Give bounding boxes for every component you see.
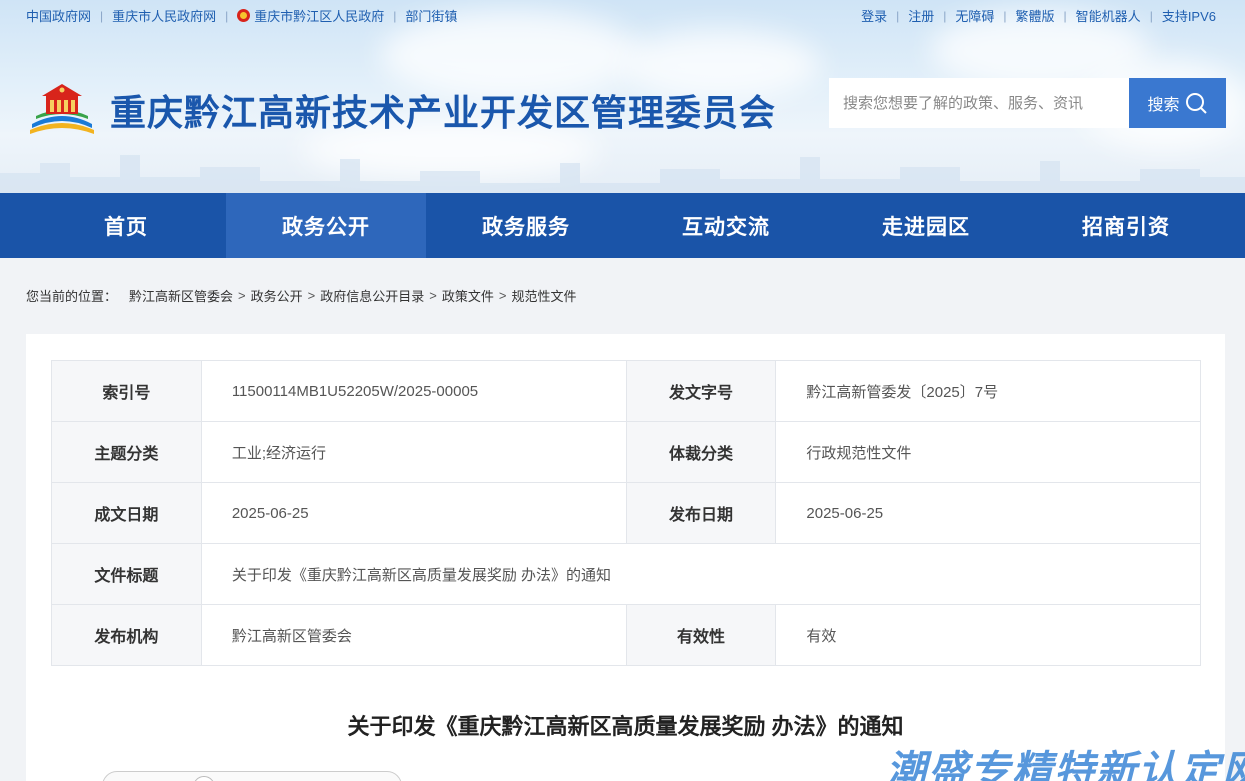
genre-value: 行政规范性文件 [775, 421, 1201, 483]
divider: | [896, 8, 900, 23]
divider: | [1149, 8, 1153, 23]
nav-home[interactable]: 首页 [26, 193, 226, 258]
breadcrumb-separator: > [307, 288, 316, 303]
breadcrumb-separator: > [238, 288, 246, 303]
breadcrumb-item[interactable]: 黔江高新区管委会 [129, 286, 233, 305]
genre-label: 体裁分类 [625, 421, 777, 483]
table-row: 索引号 11500114MB1U52205W/2025-00005 发文字号 黔… [51, 360, 1201, 422]
published-date-label: 发布日期 [625, 482, 777, 544]
breadcrumb-item[interactable]: 政府信息公开目录 [320, 286, 424, 305]
divider: | [1063, 8, 1067, 23]
site-logo-icon [30, 84, 94, 134]
main-nav: 首页 政务公开 政务服务 互动交流 走进园区 招商引资 [0, 193, 1245, 258]
divider: | [225, 8, 229, 23]
ipv6-link[interactable]: 支持IPV6 [1162, 6, 1216, 25]
document-metadata-table: 索引号 11500114MB1U52205W/2025-00005 发文字号 黔… [51, 360, 1202, 666]
divider: | [393, 8, 397, 23]
index-value: 11500114MB1U52205W/2025-00005 [200, 360, 627, 422]
published-date-value: 2025-06-25 [775, 482, 1201, 544]
org-value: 黔江高新区管委会 [200, 604, 627, 666]
file-title-label: 文件标题 [51, 543, 202, 605]
top-links-right: 登录 | 注册 | 无障碍 | 繁體版 | 智能机器人 | 支持IPV6 [861, 6, 1216, 25]
site-title: 重庆黔江高新技术产业开发区管理委员会 [110, 92, 777, 133]
docno-label: 发文字号 [625, 360, 777, 422]
smart-robot-link[interactable]: 智能机器人 [1076, 6, 1141, 25]
breadcrumb: 您当前的位置： 黔江高新区管委会 > 政务公开 > 政府信息公开目录 > 政策文… [26, 286, 576, 305]
document-title: 关于印发《重庆黔江高新区高质量发展奖励 办法》的通知 [347, 714, 904, 739]
search-button-label: 搜索 [1147, 97, 1180, 114]
search-icon [1185, 93, 1207, 114]
nav-government-services[interactable]: 政务服务 [426, 193, 626, 258]
breadcrumb-separator: > [429, 288, 437, 303]
org-label: 发布机构 [51, 604, 202, 666]
file-title-value: 关于印发《重庆黔江高新区高质量发展奖励 办法》的通知 [200, 543, 1202, 605]
site-header: 中国政府网 | 重庆市人民政府网 | 重庆市黔江区人民政府 | 部门街镇 登录 … [0, 0, 1245, 193]
play-button[interactable] [193, 776, 215, 781]
breadcrumb-item[interactable]: 规范性文件 [511, 286, 576, 305]
content-panel: 索引号 11500114MB1U52205W/2025-00005 发文字号 黔… [26, 334, 1225, 781]
register-link[interactable]: 注册 [908, 6, 934, 25]
topic-label: 主题分类 [51, 421, 202, 483]
link-departments[interactable]: 部门街镇 [405, 6, 457, 25]
national-emblem-icon [237, 9, 251, 22]
table-row: 主题分类 工业;经济运行 体裁分类 行政规范性文件 [51, 421, 1201, 483]
nav-government-affairs[interactable]: 政务公开 [226, 193, 426, 258]
written-date-label: 成文日期 [51, 482, 202, 544]
login-link[interactable]: 登录 [861, 6, 887, 25]
index-label: 索引号 [51, 360, 202, 422]
validity-value: 有效 [775, 604, 1201, 666]
table-row: 发布机构 黔江高新区管委会 有效性 有效 [51, 604, 1201, 666]
divider: | [1003, 8, 1007, 23]
table-row: 成文日期 2025-06-25 发布日期 2025-06-25 [51, 482, 1201, 544]
breadcrumb-item[interactable]: 政务公开 [251, 286, 303, 305]
breadcrumb-prefix: 您当前的位置： [26, 289, 118, 304]
search-button[interactable]: 搜索 [1129, 78, 1226, 128]
search-input[interactable] [829, 78, 1129, 128]
link-gov-cn[interactable]: 中国政府网 [26, 6, 91, 25]
table-row: 文件标题 关于印发《重庆黔江高新区高质量发展奖励 办法》的通知 [51, 543, 1202, 605]
docno-value: 黔江高新管委发〔2025〕7号 [775, 360, 1201, 422]
skyline-decoration [0, 155, 1245, 193]
traditional-chinese-link[interactable]: 繁體版 [1016, 6, 1055, 25]
validity-label: 有效性 [625, 604, 777, 666]
breadcrumb-separator: > [498, 288, 507, 303]
audio-player[interactable] [102, 771, 402, 781]
divider: | [943, 8, 947, 23]
watermark: 潮盛专精特新认定网 [886, 749, 1245, 781]
written-date-value: 2025-06-25 [200, 482, 627, 544]
divider: | [100, 8, 104, 23]
link-chongqing-gov[interactable]: 重庆市人民政府网 [112, 6, 216, 25]
breadcrumb-item[interactable]: 政策文件 [442, 286, 494, 305]
accessibility-link[interactable]: 无障碍 [955, 6, 994, 25]
nav-interaction[interactable]: 互动交流 [626, 193, 826, 258]
topic-value: 工业;经济运行 [200, 421, 627, 483]
nav-park[interactable]: 走进园区 [826, 193, 1026, 258]
top-links-left: 中国政府网 | 重庆市人民政府网 | 重庆市黔江区人民政府 | 部门街镇 [26, 6, 457, 25]
nav-investment[interactable]: 招商引资 [1026, 193, 1226, 258]
link-qianjiang-gov[interactable]: 重庆市黔江区人民政府 [254, 6, 384, 25]
